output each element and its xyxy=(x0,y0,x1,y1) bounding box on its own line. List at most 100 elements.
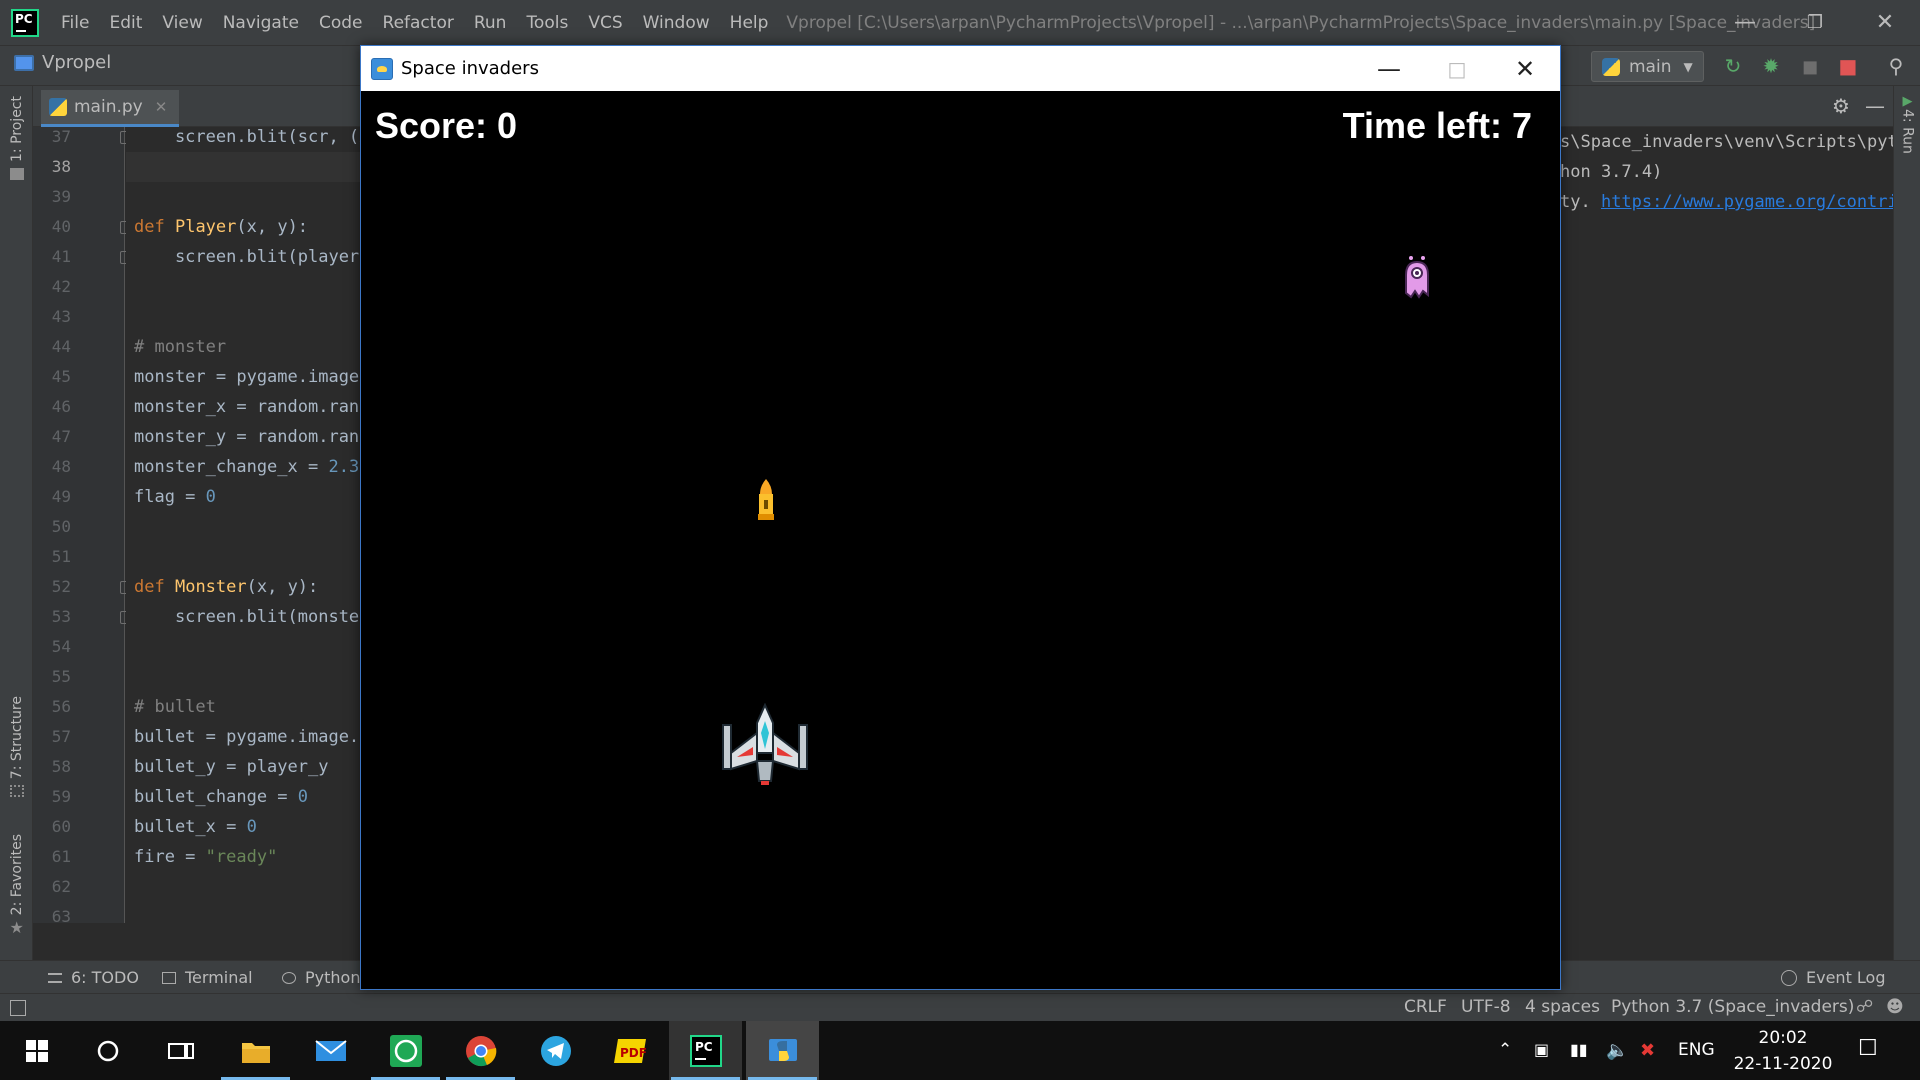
ide-close-button[interactable]: ✕ xyxy=(1850,0,1920,45)
line-number: 45 xyxy=(51,367,71,386)
mail-button[interactable] xyxy=(294,1021,367,1080)
tab-project[interactable]: 1: Project xyxy=(0,96,33,180)
game-maximize-button[interactable]: □ xyxy=(1423,46,1491,91)
svg-text:PDF: PDF xyxy=(620,1046,647,1060)
python-icon xyxy=(282,971,296,984)
right-tool-strip: ▶ 4: Run xyxy=(1893,86,1920,960)
hide-panel-icon[interactable]: — xyxy=(1864,94,1886,118)
whatsapp-button[interactable] xyxy=(369,1021,442,1080)
toggle-tool-windows-icon[interactable] xyxy=(10,1000,26,1016)
start-button[interactable] xyxy=(0,1021,73,1080)
terminal-button[interactable]: Terminal xyxy=(162,968,253,987)
stop-icon[interactable]: ■ xyxy=(1837,54,1859,78)
menu-edit[interactable]: Edit xyxy=(99,13,152,33)
line-number: 60 xyxy=(51,817,71,836)
chrome-icon xyxy=(465,1035,496,1066)
search-button[interactable] xyxy=(71,1021,144,1080)
menu-help[interactable]: Help xyxy=(720,13,779,33)
file-explorer-button[interactable] xyxy=(219,1021,292,1080)
taskbar-clock[interactable]: 20:02 22-11-2020 xyxy=(1728,1025,1838,1077)
line-number: 49 xyxy=(51,487,71,506)
project-folder-icon xyxy=(14,54,34,71)
network-icon[interactable]: ▣ xyxy=(1534,1040,1549,1059)
action-center-icon[interactable]: ☐ xyxy=(1858,1036,1878,1061)
tab-run[interactable]: ▶ 4: Run xyxy=(1894,94,1920,154)
gear-icon[interactable]: ⚙ xyxy=(1830,94,1852,118)
menu-run[interactable]: Run xyxy=(464,13,517,33)
battery-icon[interactable]: ▮▮ xyxy=(1570,1040,1588,1059)
search-icon[interactable]: ⚲ xyxy=(1885,54,1907,78)
pycharm-logo-icon: PC xyxy=(11,8,39,37)
ide-restore-button[interactable]: ❐ xyxy=(1780,0,1850,45)
current-line-highlight xyxy=(126,152,363,182)
inspector-icon[interactable]: ☻ xyxy=(1886,997,1904,1017)
line-number: 37 xyxy=(51,127,71,146)
line-number: 43 xyxy=(51,307,71,326)
rerun-icon[interactable]: ↻ xyxy=(1722,54,1744,78)
menu-file[interactable]: File xyxy=(51,13,99,33)
volume-icon[interactable]: 🔈 xyxy=(1606,1040,1628,1061)
console-line: s\Space_invaders\venv\Scripts\pyt xyxy=(1560,132,1893,152)
menu-view[interactable]: View xyxy=(152,13,212,33)
svg-text:PC: PC xyxy=(695,1040,713,1054)
project-icon xyxy=(9,167,24,180)
show-hidden-icons-chevron-icon[interactable]: ⌃ xyxy=(1498,1040,1512,1060)
run-configuration-select[interactable]: main ▼ xyxy=(1591,51,1704,82)
game-minimize-button[interactable]: — xyxy=(1355,46,1423,91)
code-line: monster_change_x = 2.3 xyxy=(134,457,360,477)
event-log-button[interactable]: Event Log xyxy=(1781,968,1886,987)
game-canvas[interactable]: Score: 0 Time left: 7 xyxy=(361,91,1560,989)
run-console[interactable]: s\Space_invaders\venv\Scripts\pyt hon 3.… xyxy=(1560,127,1893,953)
project-breadcrumb[interactable]: Vpropel xyxy=(14,52,111,73)
windows-taskbar: PDF PC ⌃ ▣ ▮▮ 🔈 ✖ ENG 20:02 22-11-2020 ☐ xyxy=(0,1021,1920,1080)
chrome-button[interactable] xyxy=(444,1021,517,1080)
language-indicator[interactable]: ENG xyxy=(1678,1040,1715,1060)
coverage-icon[interactable]: ◼ xyxy=(1799,54,1821,78)
menu-window[interactable]: Window xyxy=(633,13,720,33)
menu-vcs[interactable]: VCS xyxy=(578,13,632,33)
ide-minimize-button[interactable]: — xyxy=(1710,0,1780,45)
menu-refactor[interactable]: Refactor xyxy=(373,13,464,33)
python-icon xyxy=(768,1038,797,1061)
code-editor[interactable]: screen.blit(scr, (x def Player(x, y): scr… xyxy=(126,127,363,923)
line-number: 55 xyxy=(51,667,71,686)
interpreter-status[interactable]: Python 3.7 (Space_invaders) xyxy=(1611,997,1854,1017)
pycharm-taskbar-button[interactable]: PC xyxy=(669,1021,742,1080)
task-view-button[interactable] xyxy=(144,1021,217,1080)
bullet-sprite xyxy=(758,479,774,520)
code-line: bullet_y = player_y xyxy=(134,757,329,777)
code-line: flag = 0 xyxy=(134,487,216,507)
game-close-button[interactable]: ✕ xyxy=(1491,46,1559,91)
event-log-label: Event Log xyxy=(1806,968,1886,987)
list-icon xyxy=(48,972,62,983)
python-file-icon xyxy=(1602,57,1620,76)
telegram-button[interactable] xyxy=(519,1021,592,1080)
python-console-button[interactable]: Python xyxy=(282,968,360,987)
todo-button[interactable]: 6: TODO xyxy=(48,968,139,987)
task-view-icon xyxy=(167,1042,194,1059)
pdf-reader-button[interactable]: PDF xyxy=(594,1021,667,1080)
console-link[interactable]: https://www.pygame.org/contri xyxy=(1601,192,1893,212)
indent-status[interactable]: 4 spaces xyxy=(1525,997,1600,1017)
line-separator-status[interactable]: CRLF xyxy=(1404,997,1447,1017)
time-left-text: Time left: 7 xyxy=(1342,105,1532,146)
encoding-status[interactable]: UTF-8 xyxy=(1461,997,1511,1017)
tab-structure[interactable]: 7: Structure xyxy=(0,696,33,798)
ide-title-bar: PC File Edit View Navigate Code Refactor… xyxy=(0,0,1920,45)
line-number: 63 xyxy=(51,907,71,926)
menu-tools[interactable]: Tools xyxy=(516,13,578,33)
lock-icon[interactable]: ☍ xyxy=(1856,997,1873,1017)
monster-sprite xyxy=(1405,256,1429,299)
windows-logo-icon xyxy=(25,1039,48,1062)
close-tab-icon[interactable]: ✕ xyxy=(155,98,168,116)
menu-code[interactable]: Code xyxy=(309,13,373,33)
tab-favorites[interactable]: 2: Favorites ★ xyxy=(0,834,33,936)
game-window-title: Space invaders xyxy=(401,58,539,79)
dropbox-error-icon[interactable]: ✖ xyxy=(1640,1040,1655,1061)
code-line: # monster xyxy=(134,337,227,357)
debug-bug-icon[interactable]: ✹ xyxy=(1760,54,1782,78)
python-game-taskbar-button[interactable] xyxy=(746,1021,819,1080)
game-app-icon xyxy=(371,57,393,80)
clock-date: 22-11-2020 xyxy=(1733,1054,1833,1074)
menu-navigate[interactable]: Navigate xyxy=(213,13,309,33)
